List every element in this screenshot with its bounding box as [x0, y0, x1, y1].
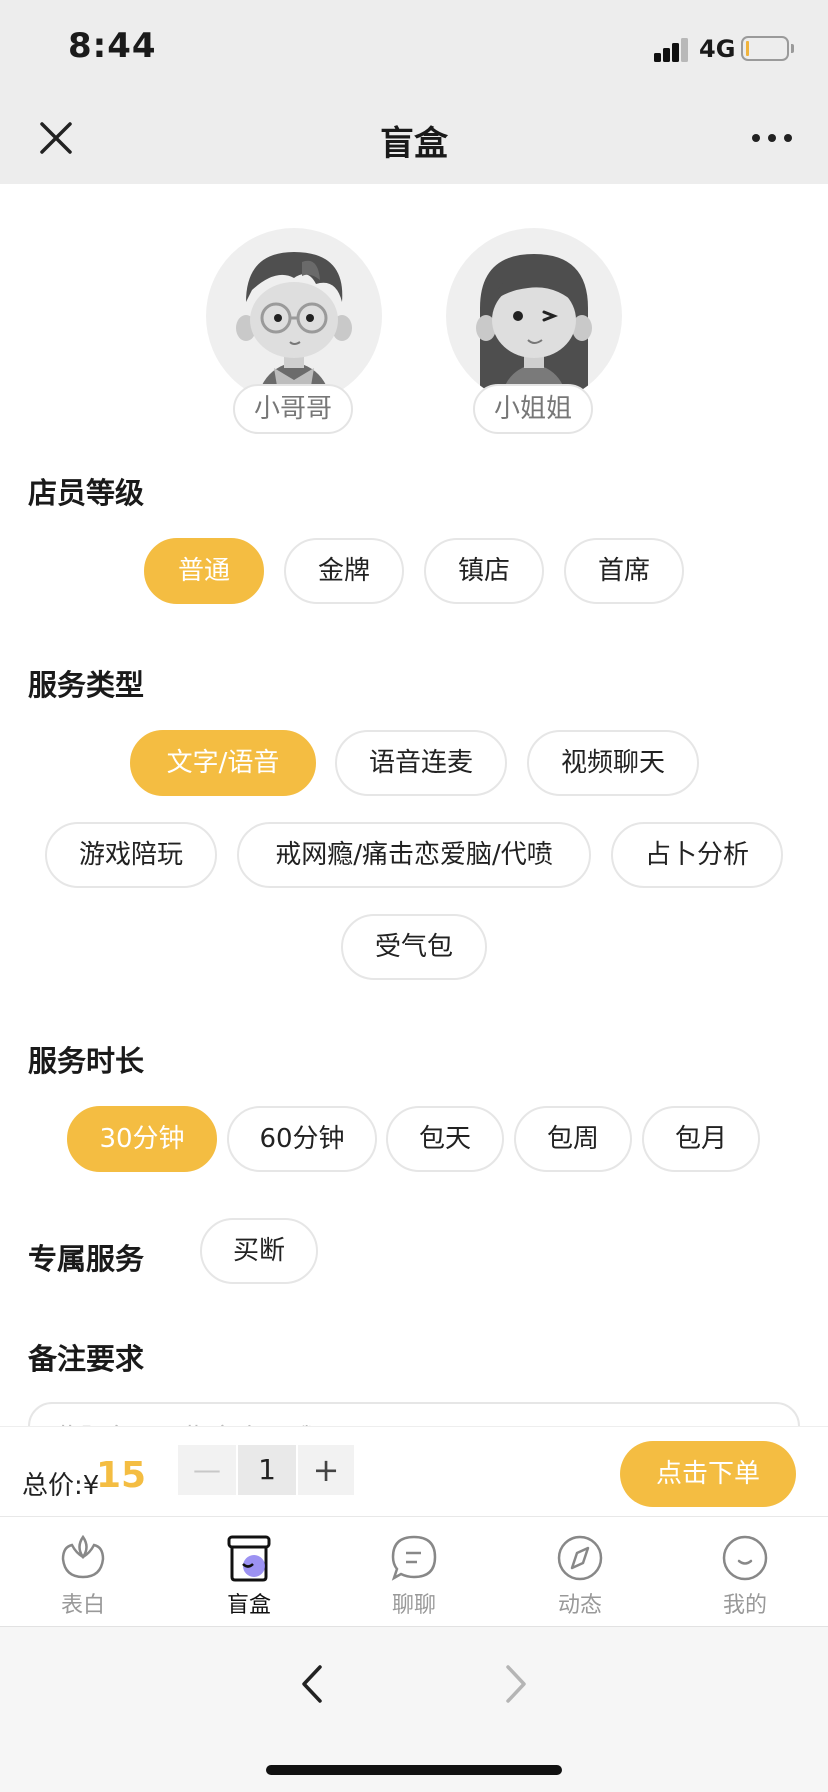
- service-chip-quit-internet[interactable]: 戒网瘾/痛击恋爱脑/代喷: [237, 822, 591, 888]
- total-price-value: 15: [96, 1455, 147, 1496]
- home-indicator: [266, 1765, 562, 1775]
- duration-chip-30min[interactable]: 30分钟: [67, 1106, 217, 1172]
- service-chip-video-chat[interactable]: 视频聊天: [527, 730, 699, 796]
- duration-chip-day[interactable]: 包天: [386, 1106, 504, 1172]
- tab-mine[interactable]: 我的: [662, 1517, 828, 1627]
- flower-icon: [61, 1534, 105, 1579]
- level-chip-putong[interactable]: 普通: [144, 538, 264, 604]
- order-bar: 总价:¥ 15 — 1 + 点击下单: [0, 1426, 828, 1516]
- avatar-label-female: 小姐姐: [473, 384, 593, 434]
- status-time: 8:44: [68, 26, 157, 66]
- back-arrow-icon[interactable]: [292, 1659, 332, 1709]
- browser-toolbar: [0, 1626, 828, 1792]
- avatar-female[interactable]: 小姐姐: [446, 228, 622, 438]
- forward-arrow-icon[interactable]: [496, 1659, 536, 1709]
- exclusive-chip-buyout[interactable]: 买断: [200, 1218, 318, 1284]
- level-section-title: 店员等级: [28, 476, 145, 510]
- battery-icon: [741, 36, 789, 61]
- service-chip-voice-call[interactable]: 语音连麦: [335, 730, 507, 796]
- total-price-label: 总价:¥: [22, 1471, 100, 1501]
- tab-label-chat: 聊聊: [391, 1593, 436, 1618]
- tab-label-confess: 表白: [60, 1593, 105, 1618]
- tab-label-blindbox: 盲盒: [226, 1593, 271, 1618]
- tab-moments[interactable]: 动态: [497, 1517, 663, 1627]
- level-chip-jinpai[interactable]: 金牌: [284, 538, 404, 604]
- service-chip-punching-bag[interactable]: 受气包: [341, 914, 487, 980]
- place-order-button[interactable]: 点击下单: [620, 1441, 796, 1507]
- exclusive-section-title: 专属服务: [28, 1242, 145, 1276]
- level-chip-zhendian[interactable]: 镇店: [424, 538, 544, 604]
- duration-section-title: 服务时长: [28, 1044, 145, 1078]
- page-title: 盲盒: [380, 124, 448, 164]
- tab-label-mine: 我的: [722, 1593, 767, 1618]
- male-avatar-icon: [206, 228, 382, 404]
- tab-bar: 表白 盲盒 聊聊 动态 我的: [0, 1516, 828, 1626]
- network-type: 4G: [699, 35, 736, 63]
- duration-chip-60min[interactable]: 60分钟: [227, 1106, 377, 1172]
- avatar-label-male: 小哥哥: [233, 384, 353, 434]
- quantity-value[interactable]: 1: [238, 1445, 296, 1495]
- quantity-plus-button[interactable]: +: [298, 1445, 354, 1495]
- service-chip-text-voice[interactable]: 文字/语音: [130, 730, 316, 796]
- battery-tip: [791, 44, 794, 53]
- more-icon[interactable]: [748, 116, 798, 160]
- level-chip-shouxi[interactable]: 首席: [564, 538, 684, 604]
- service-type-section-title: 服务类型: [28, 668, 145, 702]
- duration-chip-week[interactable]: 包周: [514, 1106, 632, 1172]
- compass-icon: [557, 1535, 603, 1581]
- quantity-minus-button[interactable]: —: [178, 1445, 236, 1495]
- remarks-section-title: 备注要求: [28, 1342, 145, 1376]
- nav-bar: 盲盒: [0, 92, 828, 184]
- status-bar: 8:44 4G: [0, 0, 828, 92]
- tab-chat[interactable]: 聊聊: [331, 1517, 497, 1627]
- signal-icon: [654, 38, 690, 62]
- service-chip-divination[interactable]: 占卜分析: [611, 822, 783, 888]
- service-chip-game[interactable]: 游戏陪玩: [45, 822, 217, 888]
- tab-blindbox[interactable]: 盲盒: [166, 1517, 332, 1627]
- tab-label-moments: 动态: [557, 1593, 602, 1618]
- female-avatar-icon: [446, 228, 622, 404]
- smile-icon: [722, 1535, 768, 1581]
- duration-chip-month[interactable]: 包月: [642, 1106, 760, 1172]
- avatar-male[interactable]: 小哥哥: [206, 228, 382, 438]
- box-icon: [227, 1535, 271, 1582]
- chat-icon: [391, 1535, 437, 1581]
- tab-confess[interactable]: 表白: [0, 1517, 166, 1627]
